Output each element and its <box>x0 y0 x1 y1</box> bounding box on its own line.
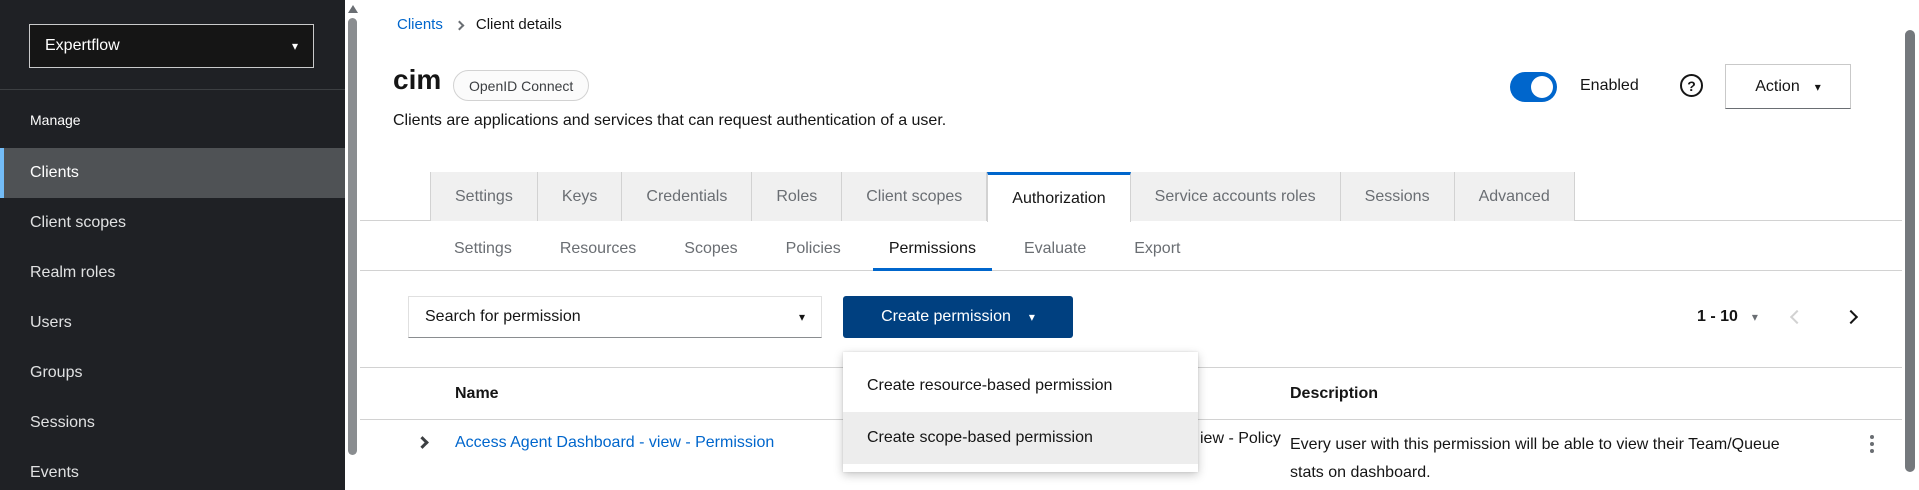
client-tabs: Settings Keys Credentials Roles Client s… <box>430 172 1575 222</box>
breadcrumb-clients-link[interactable]: Clients <box>397 16 443 33</box>
enabled-toggle[interactable] <box>1510 72 1557 102</box>
realm-selector-label: Expertflow <box>45 37 120 55</box>
chevron-right-icon <box>454 20 464 30</box>
tab-sessions[interactable]: Sessions <box>1341 172 1455 221</box>
keycloak-admin-console: Expertflow ▾ Manage Clients Client scope… <box>0 0 1919 490</box>
column-header-name: Name <box>455 385 499 403</box>
scrollbar-thumb[interactable] <box>348 18 357 455</box>
protocol-badge: OpenID Connect <box>453 70 589 101</box>
permission-description: Every user with this permission will be … <box>1290 431 1780 487</box>
sidebar-nav: Clients Client scopes Realm roles Users … <box>0 148 345 490</box>
action-dropdown-button[interactable]: Action ▾ <box>1725 64 1851 109</box>
page-subtitle: Clients are applications and services th… <box>393 112 946 130</box>
subtab-permissions[interactable]: Permissions <box>873 230 992 271</box>
sidebar-item-realm-roles[interactable]: Realm roles <box>0 248 345 298</box>
tab-settings[interactable]: Settings <box>430 172 538 221</box>
enabled-label: Enabled <box>1580 77 1639 95</box>
scroll-up-icon[interactable] <box>348 5 358 13</box>
tab-keys[interactable]: Keys <box>538 172 623 221</box>
pagination: 1 - 10 ▾ <box>1697 296 1856 338</box>
sidebar-scrollbar[interactable] <box>345 0 360 490</box>
sidebar: Expertflow ▾ Manage Clients Client scope… <box>0 0 345 490</box>
action-label: Action <box>1755 78 1799 96</box>
main-content: Clients Client details cim OpenID Connec… <box>360 0 1902 490</box>
chevron-down-icon: ▾ <box>292 40 298 52</box>
scrollbar-thumb[interactable] <box>1905 30 1915 472</box>
tab-client-scopes[interactable]: Client scopes <box>842 172 987 221</box>
authorization-subtabs-bar: Settings Resources Scopes Policies Permi… <box>360 230 1902 271</box>
column-header-description: Description <box>1290 385 1378 403</box>
next-page-icon[interactable] <box>1844 310 1858 324</box>
tab-service-accounts-roles[interactable]: Service accounts roles <box>1131 172 1341 221</box>
breadcrumb-current: Client details <box>476 16 562 33</box>
kebab-menu-icon[interactable] <box>1862 430 1882 458</box>
sidebar-section-label: Manage <box>30 112 81 128</box>
sidebar-item-groups[interactable]: Groups <box>0 348 345 398</box>
create-permission-menu: Create resource-based permission Create … <box>843 352 1198 472</box>
tab-roles[interactable]: Roles <box>752 172 842 221</box>
question-circle-icon[interactable]: ? <box>1680 74 1703 97</box>
sidebar-item-users[interactable]: Users <box>0 298 345 348</box>
sidebar-divider <box>0 89 345 90</box>
menu-item-create-scope-based-permission[interactable]: Create scope-based permission <box>843 412 1198 464</box>
subtab-evaluate[interactable]: Evaluate <box>1008 230 1102 271</box>
page-scrollbar[interactable] <box>1902 0 1919 490</box>
subtab-scopes[interactable]: Scopes <box>668 230 753 271</box>
search-permission-select[interactable]: Search for permission ▾ <box>408 296 822 338</box>
sidebar-item-sessions[interactable]: Sessions <box>0 398 345 448</box>
create-permission-button[interactable]: Create permission ▾ <box>843 296 1073 338</box>
page-title: cim <box>393 64 441 96</box>
authorization-subtabs: Settings Resources Scopes Policies Permi… <box>438 230 1196 271</box>
sidebar-item-events[interactable]: Events <box>0 448 345 490</box>
permission-name-link[interactable]: Access Agent Dashboard - view - Permissi… <box>455 434 774 452</box>
toggle-knob <box>1531 76 1553 98</box>
client-tabs-bar: Settings Keys Credentials Roles Client s… <box>360 172 1902 221</box>
subtab-resources[interactable]: Resources <box>544 230 652 271</box>
chevron-down-icon: ▾ <box>799 311 805 323</box>
subtab-policies[interactable]: Policies <box>770 230 857 271</box>
breadcrumb: Clients Client details <box>397 16 562 33</box>
tab-advanced[interactable]: Advanced <box>1455 172 1575 221</box>
chevron-down-icon: ▾ <box>1029 311 1035 323</box>
permission-policy-partial: iew - Policy <box>1200 430 1281 448</box>
subtab-export[interactable]: Export <box>1118 230 1196 271</box>
realm-selector[interactable]: Expertflow ▾ <box>29 24 314 68</box>
row-expand-chevron-icon[interactable] <box>416 436 429 449</box>
tab-credentials[interactable]: Credentials <box>622 172 752 221</box>
pagination-range: 1 - 10 <box>1697 308 1738 326</box>
search-permission-label: Search for permission <box>425 308 581 326</box>
chevron-down-icon[interactable]: ▾ <box>1752 311 1758 323</box>
sidebar-item-clients[interactable]: Clients <box>0 148 345 198</box>
sidebar-item-client-scopes[interactable]: Client scopes <box>0 198 345 248</box>
chevron-down-icon: ▾ <box>1815 81 1821 93</box>
previous-page-icon[interactable] <box>1790 310 1804 324</box>
tab-authorization[interactable]: Authorization <box>987 172 1130 222</box>
subtab-settings[interactable]: Settings <box>438 230 528 271</box>
menu-item-create-resource-based-permission[interactable]: Create resource-based permission <box>843 360 1198 412</box>
